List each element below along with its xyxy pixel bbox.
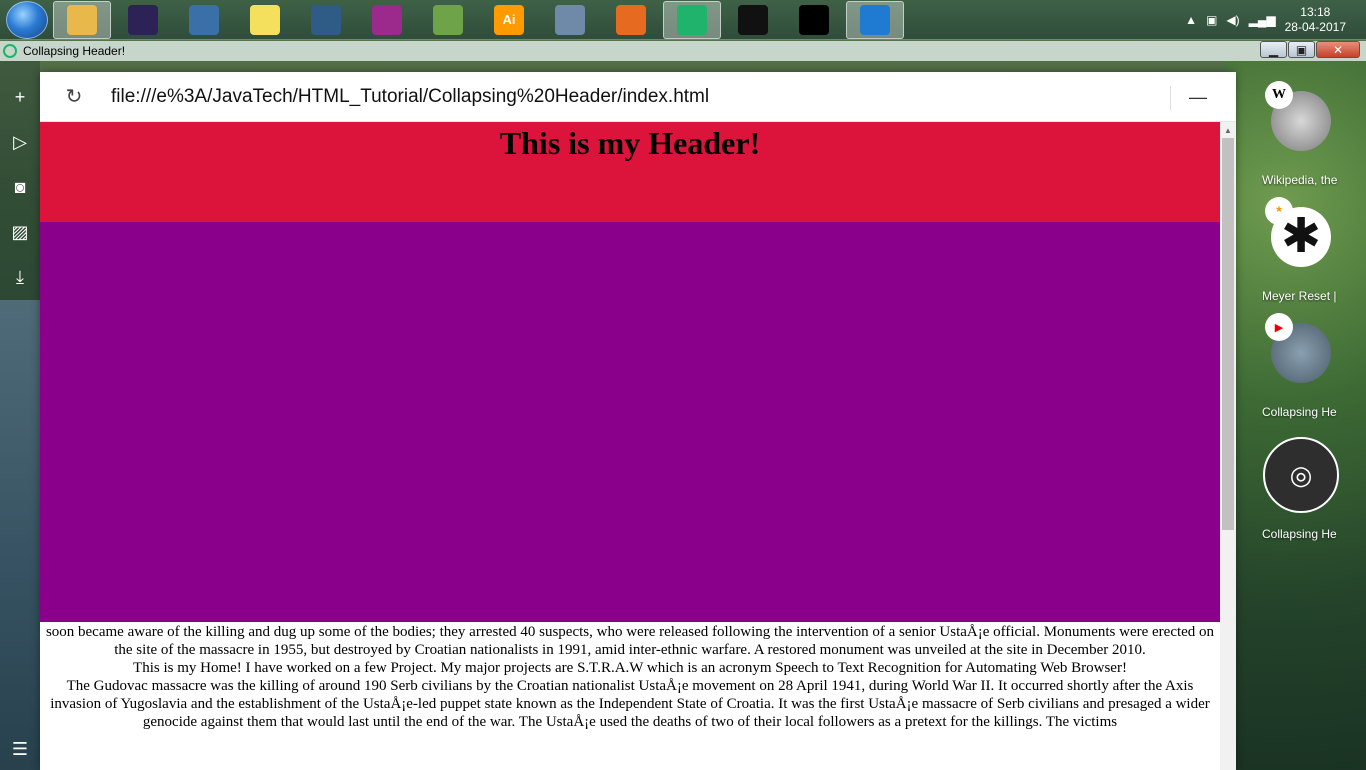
signal-icon[interactable]: ▂▄▆ bbox=[1249, 13, 1276, 27]
speed-dial-label: Wikipedia, the bbox=[1262, 173, 1338, 187]
taskbar-app[interactable] bbox=[541, 1, 599, 39]
taskbar-app[interactable] bbox=[846, 0, 904, 39]
mysql-console-icon bbox=[738, 4, 768, 35]
volume-icon[interactable]: ◀) bbox=[1226, 13, 1239, 27]
clock[interactable]: 13:18 28-04-2017 bbox=[1285, 5, 1346, 35]
winrar-icon bbox=[372, 4, 402, 35]
browser-window: ↻ file:///e%3A/JavaTech/HTML_Tutorial/Co… bbox=[40, 72, 1236, 770]
meyer-reset-thumbnail: * ✱ bbox=[1265, 197, 1331, 267]
purple-block bbox=[40, 222, 1220, 622]
wikipedia-thumbnail: W bbox=[1265, 81, 1331, 151]
taskbar-app[interactable] bbox=[785, 1, 843, 39]
address-divider bbox=[1170, 86, 1171, 110]
asterisk-icon: * bbox=[1265, 197, 1293, 225]
gallery-icon[interactable]: ▨ bbox=[8, 220, 32, 244]
vertical-scrollbar[interactable]: ▲ bbox=[1220, 122, 1236, 770]
window-title-bar: Collapsing Header! ▁ ▣ ✕ bbox=[0, 41, 1366, 61]
window-title: Collapsing Header! bbox=[23, 44, 126, 58]
taskbar-apps: Ai bbox=[50, 0, 904, 39]
speed-dial-label: Meyer Reset | bbox=[1262, 289, 1337, 303]
snapshot-icon[interactable]: ◙ bbox=[8, 175, 32, 199]
paragraph-home: This is my Home! I have worked on a few … bbox=[133, 660, 1127, 676]
clock-time: 13:18 bbox=[1300, 5, 1331, 19]
python-icon bbox=[189, 4, 219, 35]
tray-expand-icon[interactable]: ▲ bbox=[1185, 13, 1197, 27]
downloads-icon[interactable]: ⤓ bbox=[8, 265, 32, 289]
url-field[interactable]: file:///e%3A/JavaTech/HTML_Tutorial/Coll… bbox=[111, 86, 709, 108]
address-bar: ↻ file:///e%3A/JavaTech/HTML_Tutorial/Co… bbox=[40, 72, 1236, 122]
new-tab-icon[interactable]: + bbox=[8, 85, 32, 109]
taskbar: Ai ▲ ▣ ◀) ▂▄▆ 13:18 28-04-2017 bbox=[0, 0, 1366, 40]
illustrator-icon: Ai bbox=[494, 4, 524, 35]
network-icon[interactable]: ▣ bbox=[1206, 13, 1217, 27]
page-header: This is my Header! bbox=[40, 122, 1220, 222]
taskbar-app[interactable] bbox=[297, 1, 355, 39]
speed-dial-item-collapsing-header-youtube[interactable]: ▶ Collapsing He bbox=[1236, 313, 1366, 419]
taskbar-app[interactable] bbox=[602, 1, 660, 39]
wikipedia-icon: W bbox=[1265, 81, 1293, 109]
page-header-title: This is my Header! bbox=[499, 125, 761, 161]
page-viewport: were drawn from the Gudovac district, ta… bbox=[40, 122, 1220, 770]
play-icon[interactable]: ▷ bbox=[8, 130, 32, 154]
firefox-icon bbox=[616, 4, 646, 35]
opera-neon-icon bbox=[3, 44, 17, 58]
speed-dial-label: Collapsing He bbox=[1262, 405, 1337, 419]
maximize-window-button[interactable]: ▣ bbox=[1288, 41, 1315, 58]
system-tray: ▲ ▣ ◀) ▂▄▆ 13:18 28-04-2017 bbox=[1185, 0, 1366, 40]
opera-neon-icon bbox=[677, 4, 707, 35]
taskbar-app[interactable] bbox=[236, 1, 294, 39]
speed-dial-item-meyer-reset[interactable]: * ✱ Meyer Reset | bbox=[1236, 197, 1366, 303]
taskbar-app[interactable] bbox=[175, 1, 233, 39]
speed-dial-label: Collapsing He bbox=[1262, 527, 1337, 541]
file-explorer-icon bbox=[67, 4, 97, 35]
sticky-notes-icon bbox=[250, 4, 280, 35]
close-window-button[interactable]: ✕ bbox=[1316, 41, 1360, 58]
clock-date: 28-04-2017 bbox=[1284, 20, 1346, 34]
visual-studio-code-icon bbox=[860, 4, 890, 35]
menu-icon[interactable]: ☰ bbox=[8, 737, 32, 761]
youtube-icon: ▶ bbox=[1265, 313, 1293, 341]
taskbar-app[interactable] bbox=[419, 1, 477, 39]
minimize-panel-button[interactable]: — bbox=[1186, 87, 1210, 108]
opera-thumbnail: ◎ bbox=[1263, 437, 1339, 513]
scroll-up-arrow[interactable]: ▲ bbox=[1220, 122, 1236, 138]
eclipse-icon bbox=[128, 4, 158, 35]
left-sidebar: + ▷ ◙ ▨ ⤓ ☰ bbox=[0, 61, 40, 770]
scroll-thumb[interactable] bbox=[1222, 138, 1234, 530]
taskbar-app[interactable] bbox=[663, 0, 721, 39]
youtube-video-thumbnail: ▶ bbox=[1265, 313, 1331, 383]
taskbar-app[interactable] bbox=[358, 1, 416, 39]
taskbar-app[interactable] bbox=[114, 1, 172, 39]
minimize-window-button[interactable]: ▁ bbox=[1260, 41, 1287, 58]
speed-dial-panel: W Wikipedia, the * ✱ Meyer Reset | ▶ Col… bbox=[1236, 61, 1366, 770]
start-button[interactable] bbox=[6, 0, 48, 39]
paragraph-massacre: The Gudovac massacre was the killing of … bbox=[50, 678, 1210, 730]
taskbar-app[interactable] bbox=[53, 0, 111, 39]
speed-dial-item-wikipedia[interactable]: W Wikipedia, the bbox=[1236, 81, 1366, 187]
speed-dial-item-collapsing-header-opera[interactable]: ◎ Collapsing He bbox=[1236, 437, 1366, 541]
mysql-workbench-icon bbox=[311, 4, 341, 35]
reload-icon[interactable]: ↻ bbox=[62, 85, 86, 109]
taskbar-app[interactable]: Ai bbox=[480, 1, 538, 39]
opera-icon: ◎ bbox=[1289, 459, 1313, 490]
taskbar-app[interactable] bbox=[724, 1, 782, 39]
calculator-icon bbox=[555, 4, 585, 35]
page-content: were drawn from the Gudovac district, ta… bbox=[40, 605, 1220, 731]
notepad-plus-plus-icon bbox=[433, 4, 463, 35]
cmd-icon bbox=[799, 4, 829, 35]
window-controls: ▁ ▣ ✕ bbox=[1259, 41, 1360, 58]
